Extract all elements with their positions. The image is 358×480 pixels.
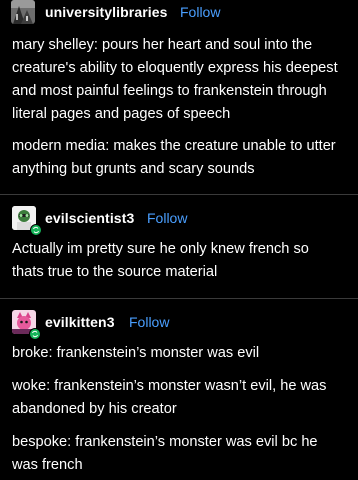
- text-line: bespoke: frankenstein’s monster was evil…: [12, 434, 318, 450]
- text-line: was french: [12, 457, 83, 473]
- post-paragraph: bespoke: frankenstein’s monster was evil…: [12, 431, 352, 477]
- post-divider: [0, 194, 358, 195]
- text-line: literal pages and pages of speech: [12, 106, 231, 122]
- post-paragraph: woke: frankenstein’s monster wasn’t evil…: [12, 375, 352, 421]
- text-line: mary shelley: pours her heart and soul i…: [12, 37, 313, 53]
- text-line: woke: frankenstein’s monster wasn’t evil…: [12, 378, 327, 394]
- reblog-icon: [29, 328, 41, 340]
- text-line: creature's ability to eloquently express…: [12, 60, 338, 76]
- text-line: modern media: makes the creature unable …: [12, 138, 336, 154]
- text-line: abandoned by his creator: [12, 401, 177, 417]
- post-divider: [0, 298, 358, 299]
- text-line: and most painful feelings to frankenstei…: [12, 83, 327, 99]
- post-username[interactable]: evilscientist3: [45, 210, 134, 226]
- follow-button[interactable]: Follow: [180, 4, 220, 20]
- follow-button[interactable]: Follow: [129, 314, 169, 330]
- reblog-icon: [30, 224, 42, 236]
- post-username[interactable]: evilkitten3: [45, 314, 115, 330]
- post-username[interactable]: universitylibraries: [45, 4, 168, 20]
- post-paragraph: broke: frankenstein’s monster was evil: [12, 342, 352, 365]
- follow-button[interactable]: Follow: [147, 210, 187, 226]
- post-paragraph: modern media: makes the creature unable …: [12, 135, 352, 181]
- building-photo-icon[interactable]: [11, 0, 35, 24]
- text-line: broke: frankenstein’s monster was evil: [12, 345, 260, 361]
- post-paragraph: mary shelley: pours her heart and soul i…: [12, 34, 352, 126]
- post-paragraph: Actually im pretty sure he only knew fre…: [12, 238, 352, 284]
- text-line: anything but grunts and scary sounds: [12, 161, 255, 177]
- text-line: thats true to the source material: [12, 264, 218, 280]
- text-line: Actually im pretty sure he only knew fre…: [12, 241, 309, 257]
